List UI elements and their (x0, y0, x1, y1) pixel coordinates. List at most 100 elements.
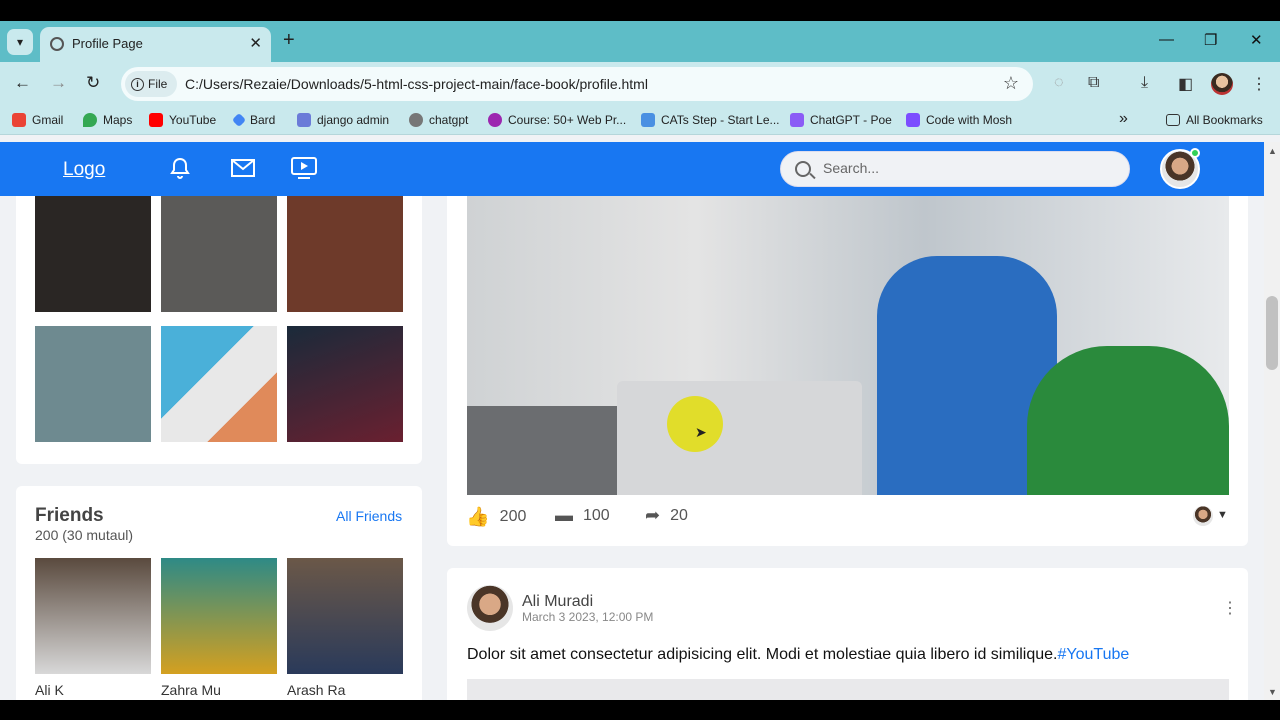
caret-down-icon[interactable]: ▼ (1217, 509, 1228, 521)
bookmark-maps[interactable]: Maps (83, 113, 132, 127)
hashtag-link[interactable]: #YouTube (1058, 646, 1130, 663)
maps-icon (83, 113, 97, 127)
bottom-black-bar (0, 700, 1280, 720)
new-tab-button[interactable]: + (283, 29, 295, 52)
url-text: C:/Users/Rezaie/Downloads/5-html-css-pro… (185, 76, 648, 92)
django-icon (297, 113, 311, 127)
download-icon[interactable]: ⤓ (1141, 74, 1148, 92)
friend-photo[interactable] (161, 558, 277, 674)
youtube-icon (149, 113, 163, 127)
site-logo[interactable]: Logo (63, 159, 105, 181)
post-text: Dolor sit amet consectetur adipisicing e… (467, 646, 1129, 664)
photo-thumbnail[interactable] (287, 196, 403, 312)
site-info-chip[interactable]: i File (125, 71, 177, 97)
scroll-down-arrow[interactable]: ▼ (1268, 687, 1277, 697)
search-input[interactable] (823, 160, 1103, 176)
photo-thumbnail[interactable] (161, 196, 277, 312)
video-icon[interactable] (291, 157, 317, 184)
browser-profile-avatar[interactable] (1211, 73, 1233, 95)
bookmark-course[interactable]: Course: 50+ Web Pr... (488, 113, 626, 127)
post-image[interactable] (467, 679, 1229, 700)
bard-icon (231, 112, 247, 128)
restore-button[interactable]: ❐ (1204, 31, 1217, 49)
tab-profile-page[interactable]: Profile Page ✕ (40, 27, 271, 62)
friend-name[interactable]: Zahra Mu (161, 682, 221, 698)
side-panel-icon[interactable]: ◧ (1178, 74, 1193, 94)
mosh-icon (906, 113, 920, 127)
minimize-button[interactable]: — (1159, 31, 1174, 48)
info-icon: i (131, 77, 144, 91)
browser-toolbar: ← → ↻ i File C:/Users/Rezaie/Downloads/5… (0, 62, 1280, 106)
poe-icon (790, 113, 804, 127)
forward-button[interactable]: → (50, 73, 67, 93)
bookmark-cats[interactable]: CATs Step - Start Le... (641, 113, 780, 127)
top-black-bar (0, 0, 1280, 21)
friend-name[interactable]: Ali K (35, 682, 64, 698)
friend-name[interactable]: Arash Ra (287, 682, 345, 698)
friends-count: 200 (30 mutaul) (35, 527, 134, 543)
post-image[interactable]: ➤ (467, 196, 1229, 495)
photo-thumbnail[interactable] (35, 326, 151, 442)
web-page: Friends 200 (30 mutaul) All Friends Ali … (0, 142, 1264, 700)
chevron-down-icon: ▾ (16, 35, 24, 49)
photo-thumbnail[interactable] (161, 326, 277, 442)
bookmark-star-icon[interactable]: ☆ (1003, 73, 1019, 94)
extensions-icon[interactable]: ⧉ (1088, 74, 1099, 92)
person-green-shirt (1027, 346, 1229, 495)
close-window-button[interactable]: ✕ (1250, 31, 1263, 49)
friend-photo[interactable] (287, 558, 403, 674)
bookmark-mosh[interactable]: Code with Mosh (906, 113, 1012, 127)
friends-title: Friends (35, 505, 104, 526)
chatgpt-icon (409, 113, 423, 127)
file-label: File (148, 77, 168, 91)
menu-kebab-icon[interactable]: ⋮ (1251, 74, 1267, 94)
author-name[interactable]: Ali Muradi (522, 593, 593, 611)
post-timestamp: March 3 2023, 12:00 PM (522, 610, 654, 624)
author-avatar[interactable] (467, 585, 513, 631)
scroll-up-arrow[interactable]: ▲ (1268, 146, 1277, 156)
bookmark-youtube[interactable]: YouTube (149, 113, 216, 127)
post-options-icon[interactable]: ⋮ (1222, 598, 1238, 618)
bookmark-django[interactable]: django admin (297, 113, 389, 127)
like-button[interactable]: 👍 200 (466, 505, 526, 529)
browser-window: ▾ Profile Page ✕ + — ❐ ✕ ← → ↻ i File C:… (0, 0, 1280, 720)
tab-title: Profile Page (72, 36, 143, 51)
laptop-shape (617, 381, 862, 495)
globe-icon (50, 37, 64, 51)
tab-search-button[interactable]: ▾ (7, 29, 33, 55)
all-friends-link[interactable]: All Friends (336, 508, 402, 524)
laptop-left-shape (467, 406, 617, 495)
all-bookmarks-button[interactable]: All Bookmarks (1166, 113, 1263, 127)
photo-thumbnail[interactable] (287, 326, 403, 442)
bookmark-gmail[interactable]: Gmail (12, 113, 63, 127)
search-icon (795, 161, 811, 177)
comment-button[interactable]: ▬ 100 (555, 505, 610, 526)
tab-strip: ▾ Profile Page ✕ + — ❐ ✕ (0, 21, 1280, 62)
page-scrollbar[interactable]: ▲ ▼ (1264, 142, 1280, 700)
share-button[interactable]: ➦ 20 (645, 505, 688, 526)
bookmarks-overflow-button[interactable]: » (1119, 110, 1128, 128)
thumbs-up-icon: 👍 (466, 507, 490, 528)
back-button[interactable]: ← (14, 73, 31, 93)
online-status-dot (1190, 148, 1200, 158)
friend-photo[interactable] (35, 558, 151, 674)
reaction-avatar[interactable] (1193, 506, 1213, 526)
address-bar[interactable]: i File C:/Users/Rezaie/Downloads/5-html-… (121, 67, 1033, 101)
reload-button[interactable]: ↻ (86, 73, 100, 93)
bell-icon[interactable] (170, 157, 190, 184)
course-icon (488, 113, 502, 127)
loading-icon: ◌ (1054, 74, 1064, 91)
search-box[interactable] (780, 151, 1130, 187)
bookmark-poe[interactable]: ChatGPT - Poe (790, 113, 892, 127)
mail-icon[interactable] (231, 159, 255, 182)
post-body: Dolor sit amet consectetur adipisicing e… (467, 646, 1058, 663)
bookmark-chatgpt[interactable]: chatgpt (409, 113, 468, 127)
bookmark-bard[interactable]: Bard (231, 112, 275, 128)
photo-thumbnail[interactable] (35, 196, 151, 312)
site-navbar: Logo (0, 142, 1264, 196)
tab-close-button[interactable]: ✕ (249, 34, 262, 52)
scrollbar-thumb[interactable] (1266, 296, 1278, 370)
bookmarks-bar: Gmail Maps YouTube Bard django admin cha… (0, 106, 1280, 135)
cursor-icon: ➤ (695, 424, 707, 440)
folder-icon (1166, 114, 1180, 126)
